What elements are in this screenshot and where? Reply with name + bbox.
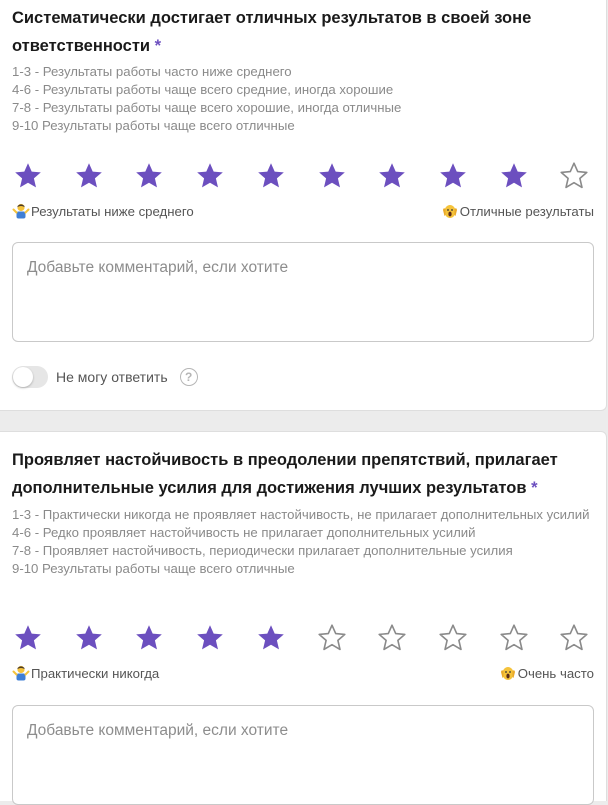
required-asterisk: * [531,479,538,497]
star-rating[interactable] [0,623,608,657]
star-filled-icon[interactable] [256,623,286,653]
rating-min: Практически никогда [12,664,159,682]
screaming-face-icon [499,664,517,682]
star-empty-icon[interactable] [559,623,589,653]
shrugging-person-icon [12,202,30,220]
help-icon[interactable]: ? [179,368,198,386]
scale-line: 9-10 Результаты работы чаще всего отличн… [12,561,295,576]
star-empty-icon[interactable] [317,623,347,653]
star-filled-icon[interactable] [134,623,164,653]
star-filled-icon[interactable] [256,161,286,191]
star-filled-icon[interactable] [317,161,347,191]
rating-max: Очень часто [499,664,594,682]
star-filled-icon[interactable] [377,161,407,191]
screaming-face-icon [441,202,459,220]
star-filled-icon[interactable] [74,161,104,191]
question-title: Систематически достигает отличных резуль… [12,9,532,55]
scale-line: 4-6 - Редко проявляет настойчивость не п… [12,525,476,540]
scale-line: 4-6 - Результаты работы чаще всего средн… [12,82,394,97]
cant-answer-label: Не могу ответить [56,369,168,385]
star-filled-icon[interactable] [195,161,225,191]
question-card-1: Систематически достигает отличных резуль… [0,0,607,411]
rating-max: Отличные результаты [441,202,594,220]
star-rating[interactable] [0,161,608,195]
comment-placeholder: Добавьте комментарий, если хотите [27,259,289,276]
comment-textarea[interactable]: Добавьте комментарий, если хотите [12,705,594,805]
required-asterisk: * [154,37,162,55]
star-filled-icon[interactable] [195,623,225,653]
rating-min-label: Результаты ниже среднего [31,203,194,219]
scale-line: 1-3 - Практически никогда не проявляет н… [12,507,590,522]
scale-line: 7-8 - Результаты работы чаще всего хорош… [12,100,402,115]
rating-max-label: Отличные результаты [459,203,594,219]
rating-end-labels: Практически никогда Очень часто [12,664,594,682]
question-card-2: Проявляет настойчивость в преодолении пр… [0,431,608,805]
star-filled-icon[interactable] [13,623,43,653]
comment-placeholder: Добавьте комментарий, если хотите [27,722,289,739]
star-filled-icon[interactable] [74,623,104,653]
star-filled-icon[interactable] [134,161,164,191]
cant-answer-toggle[interactable] [12,366,48,388]
star-filled-icon[interactable] [13,161,43,191]
star-empty-icon[interactable] [438,623,468,653]
scale-description: 1-3 - Практически никогда не проявляет н… [12,506,594,578]
star-filled-icon[interactable] [438,161,468,191]
scale-line: 9-10 Результаты работы чаще всего отличн… [12,118,295,133]
rating-min-label: Практически никогда [31,665,160,681]
rating-end-labels: Результаты ниже среднего Отличные резуль… [12,202,594,220]
toggle-knob [13,367,33,387]
scale-line: 1-3 - Результаты работы часто ниже средн… [12,64,292,79]
scale-line: 7-8 - Проявляет настойчивость, периодиче… [12,543,513,558]
star-empty-icon[interactable] [377,623,407,653]
star-filled-icon[interactable] [499,161,529,191]
cant-answer-row: Не могу ответить ? [12,364,198,390]
scale-description: 1-3 - Результаты работы часто ниже средн… [12,63,594,135]
rating-max-label: Очень часто [517,665,594,681]
rating-min: Результаты ниже среднего [12,202,194,220]
question-title: Проявляет настойчивость в преодолении пр… [12,451,558,497]
star-empty-icon[interactable] [559,161,589,191]
comment-textarea[interactable]: Добавьте комментарий, если хотите [12,242,594,342]
star-empty-icon[interactable] [499,623,529,653]
shrugging-person-icon [12,664,30,682]
